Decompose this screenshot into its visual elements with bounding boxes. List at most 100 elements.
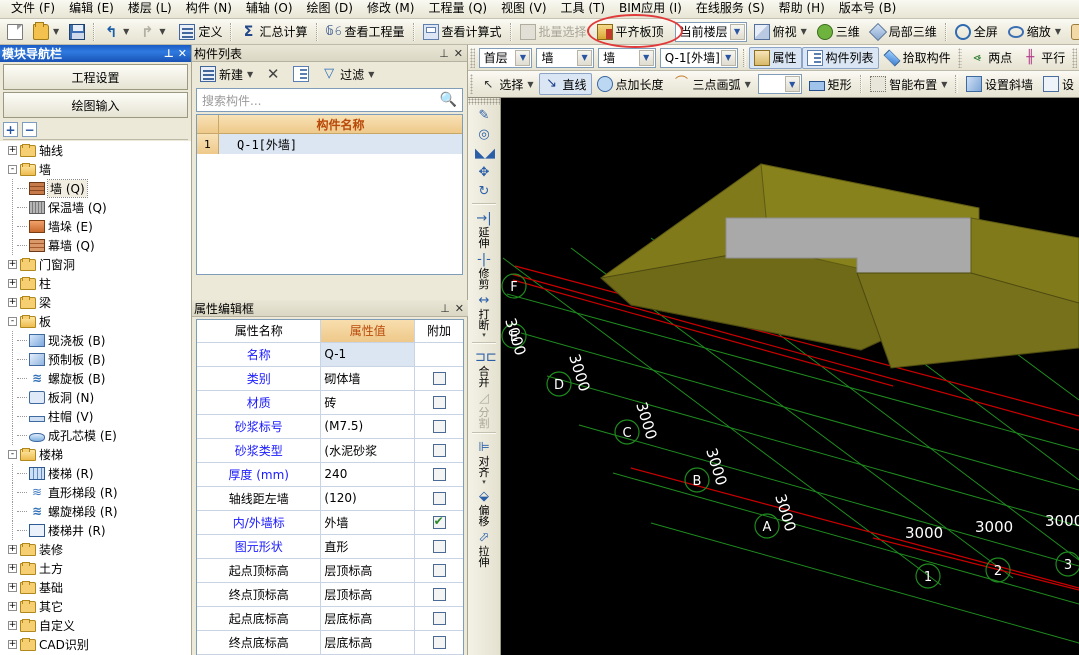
property-row-12[interactable]: 终点底标高 层底标高 xyxy=(197,630,463,655)
menu-edit[interactable]: 编辑 (E) xyxy=(62,0,121,18)
vtool-extend[interactable]: →| 延伸 xyxy=(468,208,500,249)
property-row-7[interactable]: 内/外墙标 外墙 xyxy=(197,510,463,535)
floor-select[interactable]: 首层 ▼ xyxy=(478,47,533,68)
tree-item-15[interactable]: 成孔芯模 (E) xyxy=(0,426,191,445)
additional-checkbox[interactable] xyxy=(432,540,446,553)
vtool-pencil-draw[interactable]: ✎ xyxy=(468,105,500,124)
chevron-down-icon[interactable]: ▼ xyxy=(941,80,947,89)
property-value[interactable]: 砖 xyxy=(320,390,416,415)
toolbar-grip[interactable] xyxy=(957,47,963,68)
member-select[interactable]: Q-1[外墙] ▼ xyxy=(659,47,738,68)
tree-item-7[interactable]: + 柱 xyxy=(0,274,191,293)
tree-item-21[interactable]: + 装修 xyxy=(0,540,191,559)
property-additional[interactable] xyxy=(414,630,463,655)
property-button[interactable]: 属性 xyxy=(748,46,802,69)
property-additional[interactable] xyxy=(414,366,463,391)
redo-button[interactable]: ↱ ▼ xyxy=(134,21,170,43)
three-d-button[interactable]: 三维 xyxy=(812,21,865,43)
property-row-8[interactable]: 图元形状 直形 xyxy=(197,534,463,559)
chevron-down-icon[interactable]: ▼ xyxy=(527,80,533,89)
vtool-offset[interactable]: ⬙ 偏移 xyxy=(468,486,500,527)
batch-select-button[interactable]: 批量选择 xyxy=(515,21,592,43)
pin-icon[interactable]: ⊥ xyxy=(440,303,450,314)
delete-component-button[interactable]: ✕ xyxy=(260,63,286,85)
tree-item-19[interactable]: ≋ 螺旋梯段 (R) xyxy=(0,502,191,521)
tree-expander[interactable]: + xyxy=(8,279,17,288)
save-button[interactable] xyxy=(64,21,90,43)
tree-item-5[interactable]: 幕墙 (Q) xyxy=(0,236,191,255)
property-additional[interactable] xyxy=(414,438,463,463)
point-plus-length-button[interactable]: 点加长度 xyxy=(592,73,669,95)
tree-expander[interactable]: + xyxy=(8,146,17,155)
set-slope-wall-button[interactable]: 设置斜墙 xyxy=(961,73,1038,95)
tree-item-13[interactable]: 板洞 (N) xyxy=(0,388,191,407)
chevron-down-icon[interactable]: ▼ xyxy=(247,70,253,79)
tree-item-1[interactable]: -墙 xyxy=(0,160,191,179)
property-value[interactable]: 240 xyxy=(320,462,416,487)
chevron-down-icon[interactable]: ▼ xyxy=(638,49,654,66)
tree-expander[interactable]: + xyxy=(8,545,17,554)
property-additional[interactable] xyxy=(414,462,463,487)
property-value[interactable]: (120) xyxy=(320,486,416,511)
three-point-arc-button[interactable]: ⌒ 三点画弧 ▼ xyxy=(669,73,756,95)
draw-input-button[interactable]: 绘图输入 xyxy=(3,92,188,118)
vtool-merge[interactable]: ⊐⊏ 合并 xyxy=(468,347,500,388)
property-value[interactable]: (水泥砂浆 xyxy=(320,438,416,463)
pin-icon[interactable]: ⊥ xyxy=(439,48,449,59)
property-table-wrap[interactable]: 属性名称 属性值 附加 名称 Q-1 类别 砌体墙 材质砖砂浆标号 (M7.5) 砂浆类型 (水泥砂… xyxy=(196,319,464,655)
two-point-button[interactable]: ⩹ 两点 xyxy=(964,47,1017,69)
property-row-1[interactable]: 类别 砌体墙 xyxy=(197,366,463,391)
new-component-button[interactable]: 新建 ▼ xyxy=(195,63,258,85)
tree-item-22[interactable]: + 土方 xyxy=(0,559,191,578)
property-row-9[interactable]: 起点顶标高 层顶标高 xyxy=(197,558,463,583)
collapse-all-button[interactable]: − xyxy=(22,122,37,137)
tree-item-2[interactable]: 墙 (Q) xyxy=(0,179,191,198)
property-row-2[interactable]: 材质砖 xyxy=(197,390,463,415)
close-icon[interactable]: ✕ xyxy=(178,48,187,59)
type-select[interactable]: 墙 ▼ xyxy=(598,47,656,68)
arc-param-combo[interactable]: ▼ xyxy=(757,74,802,94)
additional-checkbox[interactable] xyxy=(432,514,446,529)
property-value[interactable]: 层底标高 xyxy=(320,630,416,655)
view-formula-button[interactable]: 查看计算式 xyxy=(418,21,507,43)
property-value[interactable]: Q-1 xyxy=(320,342,416,367)
zoom-button[interactable]: 缩放 ▼ xyxy=(1003,21,1066,43)
component-grid[interactable]: 构件名称 1 Q-1[外墙] xyxy=(196,114,463,275)
tree-expander[interactable]: + xyxy=(8,640,17,649)
chevron-down-icon[interactable]: ▼ xyxy=(368,70,374,79)
parallel-button[interactable]: ╫ 平行 xyxy=(1017,47,1070,69)
open-file-button[interactable]: ▼ xyxy=(28,21,64,43)
tree-item-6[interactable]: + 门窗洞 xyxy=(0,255,191,274)
vtool-break[interactable]: ↔ 打断 ▾ xyxy=(468,290,500,339)
property-row-6[interactable]: 轴线距左墙 (120) xyxy=(197,486,463,511)
chevron-down-icon[interactable]: ▼ xyxy=(515,49,531,66)
tree-item-17[interactable]: 楼梯 (R) xyxy=(0,464,191,483)
property-table[interactable]: 属性名称 属性值 附加 名称 Q-1 类别 砌体墙 材质砖砂浆标号 (M7.5) 砂浆类型 (水泥砂… xyxy=(197,320,463,655)
chevron-down-icon[interactable]: ▼ xyxy=(784,76,800,92)
toolbar-grip[interactable] xyxy=(1072,47,1078,68)
property-value[interactable]: 层底标高 xyxy=(320,606,416,631)
tree-expander[interactable]: - xyxy=(8,450,17,459)
tree-expander[interactable]: + xyxy=(8,260,17,269)
property-value[interactable]: 外墙 xyxy=(320,510,416,535)
tree-item-23[interactable]: + 基础 xyxy=(0,578,191,597)
additional-checkbox[interactable] xyxy=(432,612,446,625)
tree-expander[interactable]: - xyxy=(8,317,17,326)
close-icon[interactable]: ✕ xyxy=(455,303,464,314)
toolbar-grip[interactable] xyxy=(470,74,474,94)
tree-item-26[interactable]: + CAD识别 xyxy=(0,635,191,654)
additional-checkbox[interactable] xyxy=(432,420,446,433)
tree-expander[interactable]: + xyxy=(8,621,17,630)
view-quantity-button[interactable]: 𝟞𝟼 查看工程量 xyxy=(321,21,410,43)
additional-checkbox[interactable] xyxy=(432,468,446,481)
rect-tool-button[interactable]: 矩形 xyxy=(804,73,857,95)
chevron-down-icon[interactable]: ▾ xyxy=(482,331,486,339)
property-additional[interactable] xyxy=(414,558,463,583)
property-value[interactable]: 层顶标高 xyxy=(320,558,416,583)
additional-checkbox[interactable] xyxy=(432,396,446,409)
additional-checkbox[interactable] xyxy=(432,492,446,505)
property-row-10[interactable]: 终点顶标高 层顶标高 xyxy=(197,582,463,607)
additional-checkbox[interactable] xyxy=(432,564,446,577)
tree-item-0[interactable]: + 轴线 xyxy=(0,141,191,160)
vtool-move[interactable]: ✥ xyxy=(468,162,500,181)
